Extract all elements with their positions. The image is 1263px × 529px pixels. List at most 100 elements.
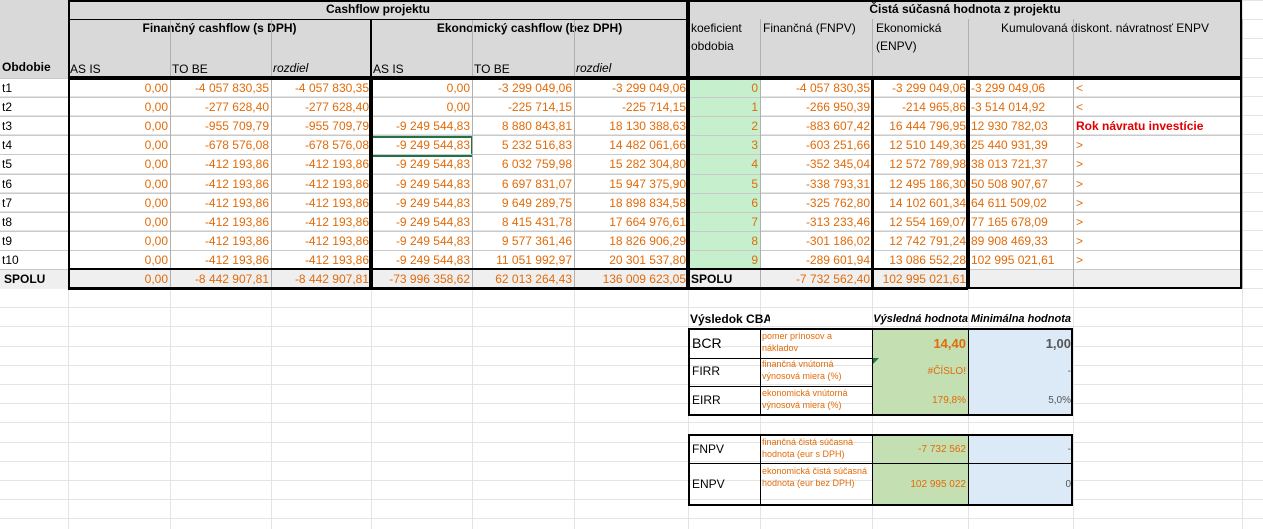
cashflow-cell-ea[interactable]: -9 249 544,83: [371, 155, 472, 174]
cashflow-cell-fa[interactable]: 0,00: [68, 79, 170, 98]
enpv-cell[interactable]: 12 554 169,07: [872, 213, 968, 232]
cashflow-cell-fa[interactable]: 0,00: [68, 175, 170, 194]
koef-cell[interactable]: 1: [689, 98, 760, 117]
fnpv-cell[interactable]: -313 233,46: [760, 213, 872, 232]
cashflow-cell-ea[interactable]: -9 249 544,83: [371, 175, 472, 194]
cashflow-cell-eb[interactable]: 8 415 431,78: [472, 213, 574, 232]
cashflow-cell-fr[interactable]: -678 576,08: [271, 136, 371, 155]
cashflow-cell-fa[interactable]: 0,00: [68, 98, 170, 117]
cashflow-cell-fb[interactable]: -412 193,86: [170, 175, 271, 194]
cashflow-cell-ea[interactable]: -9 249 544,83: [371, 136, 472, 155]
kum-cell[interactable]: -3 299 049,06: [968, 79, 1073, 98]
enpv-cell[interactable]: 14 102 601,34: [872, 194, 968, 213]
koef-cell[interactable]: 2: [689, 117, 760, 136]
koef-cell[interactable]: 6: [689, 194, 760, 213]
cashflow-cell-fa[interactable]: 0,00: [68, 251, 170, 270]
cashflow-cell-fb[interactable]: -412 193,86: [170, 251, 271, 270]
cashflow-cell-fr[interactable]: -412 193,86: [271, 175, 371, 194]
fnpv-cell[interactable]: -266 950,39: [760, 98, 872, 117]
cba-result[interactable]: 179,8%: [872, 386, 968, 415]
cashflow-cell-fa[interactable]: 0,00: [68, 232, 170, 251]
fnpv-cell[interactable]: -301 186,02: [760, 232, 872, 251]
kum-cell[interactable]: 50 508 907,67: [968, 175, 1073, 194]
cashflow-cell-fr[interactable]: -412 193,86: [271, 251, 371, 270]
fnpv-cell[interactable]: -603 251,66: [760, 136, 872, 155]
fnpv-cell[interactable]: -289 601,94: [760, 251, 872, 270]
cashflow-cell-fb[interactable]: -4 057 830,35: [170, 79, 271, 98]
cashflow-cell-er[interactable]: 18 826 906,29: [574, 232, 688, 251]
cashflow-cell-er[interactable]: 20 301 537,80: [574, 251, 688, 270]
cashflow-cell-fb[interactable]: -678 576,08: [170, 136, 271, 155]
npv-min[interactable]: 0: [968, 464, 1073, 505]
koef-cell[interactable]: 5: [689, 175, 760, 194]
cashflow-cell-fr[interactable]: -277 628,40: [271, 98, 371, 117]
enpv-cell[interactable]: 12 495 186,30: [872, 175, 968, 194]
fnpv-cell[interactable]: -4 057 830,35: [760, 79, 872, 98]
koef-cell[interactable]: 4: [689, 155, 760, 174]
total-enpv[interactable]: 102 995 021,61: [872, 270, 968, 289]
cashflow-cell-fa[interactable]: 0,00: [68, 155, 170, 174]
enpv-cell[interactable]: 13 086 552,28: [872, 251, 968, 270]
koef-cell[interactable]: 3: [689, 136, 760, 155]
cashflow-cell-er[interactable]: -225 714,15: [574, 98, 688, 117]
cashflow-cell-fa[interactable]: 0,00: [68, 136, 170, 155]
total-cell-fb[interactable]: -8 442 907,81: [170, 270, 271, 289]
cashflow-cell-fr[interactable]: -412 193,86: [271, 232, 371, 251]
cashflow-cell-eb[interactable]: 5 232 516,83: [472, 136, 574, 155]
cashflow-cell-fr[interactable]: -4 057 830,35: [271, 79, 371, 98]
cashflow-cell-er[interactable]: 18 130 388,63: [574, 117, 688, 136]
enpv-cell[interactable]: 12 742 791,24: [872, 232, 968, 251]
kum-cell[interactable]: 77 165 678,09: [968, 213, 1073, 232]
fnpv-cell[interactable]: -352 345,04: [760, 155, 872, 174]
fnpv-cell[interactable]: -325 762,80: [760, 194, 872, 213]
enpv-cell[interactable]: -214 965,86: [872, 98, 968, 117]
cashflow-cell-ea[interactable]: -9 249 544,83: [371, 232, 472, 251]
cashflow-cell-fb[interactable]: -955 709,79: [170, 117, 271, 136]
cba-min[interactable]: 5,0%: [968, 386, 1073, 415]
fnpv-cell[interactable]: -883 607,42: [760, 117, 872, 136]
koef-cell[interactable]: 7: [689, 213, 760, 232]
cashflow-cell-eb[interactable]: 6 697 831,07: [472, 175, 574, 194]
koef-cell[interactable]: 0: [689, 79, 760, 98]
cashflow-cell-fb[interactable]: -412 193,86: [170, 194, 271, 213]
kum-cell[interactable]: 89 908 469,33: [968, 232, 1073, 251]
cba-result[interactable]: 14,40: [872, 329, 968, 358]
cashflow-cell-ea[interactable]: -9 249 544,83: [371, 213, 472, 232]
koef-cell[interactable]: 8: [689, 232, 760, 251]
cba-min[interactable]: -: [968, 357, 1073, 386]
cashflow-cell-fa[interactable]: 0,00: [68, 213, 170, 232]
cashflow-cell-eb[interactable]: 8 880 843,81: [472, 117, 574, 136]
cashflow-cell-fb[interactable]: -412 193,86: [170, 155, 271, 174]
total-cell-fr[interactable]: -8 442 907,81: [271, 270, 371, 289]
fnpv-cell[interactable]: -338 793,31: [760, 175, 872, 194]
cashflow-cell-er[interactable]: 15 282 304,80: [574, 155, 688, 174]
cashflow-cell-fb[interactable]: -277 628,40: [170, 98, 271, 117]
npv-result[interactable]: 102 995 022: [872, 464, 968, 505]
cashflow-cell-er[interactable]: 17 664 976,61: [574, 213, 688, 232]
cashflow-cell-eb[interactable]: 11 051 992,97: [472, 251, 574, 270]
cashflow-cell-ea[interactable]: 0,00: [371, 79, 472, 98]
cashflow-cell-fb[interactable]: -412 193,86: [170, 232, 271, 251]
total-cell-ea[interactable]: -73 996 358,62: [371, 270, 472, 289]
cashflow-cell-fa[interactable]: 0,00: [68, 194, 170, 213]
cba-min[interactable]: 1,00: [968, 329, 1073, 358]
cashflow-cell-fr[interactable]: -412 193,86: [271, 213, 371, 232]
cashflow-cell-ea[interactable]: -9 249 544,83: [371, 117, 472, 136]
cashflow-cell-eb[interactable]: 9 649 289,75: [472, 194, 574, 213]
cashflow-cell-fa[interactable]: 0,00: [68, 117, 170, 136]
cashflow-cell-er[interactable]: 18 898 834,58: [574, 194, 688, 213]
cashflow-cell-eb[interactable]: 9 577 361,46: [472, 232, 574, 251]
cashflow-cell-fr[interactable]: -412 193,86: [271, 194, 371, 213]
cashflow-cell-er[interactable]: -3 299 049,06: [574, 79, 688, 98]
enpv-cell[interactable]: 16 444 796,95: [872, 117, 968, 136]
kum-cell[interactable]: 64 611 509,02: [968, 194, 1073, 213]
total-cell-fa[interactable]: 0,00: [68, 270, 170, 289]
kum-cell[interactable]: 102 995 021,61: [968, 251, 1073, 270]
cashflow-cell-eb[interactable]: -3 299 049,06: [472, 79, 574, 98]
npv-min[interactable]: -: [968, 435, 1073, 464]
kum-cell[interactable]: -3 514 014,92: [968, 98, 1073, 117]
enpv-cell[interactable]: 12 510 149,36: [872, 136, 968, 155]
cashflow-cell-ea[interactable]: 0,00: [371, 98, 472, 117]
npv-result[interactable]: -7 732 562: [872, 435, 968, 464]
kum-cell[interactable]: 38 013 721,37: [968, 155, 1073, 174]
